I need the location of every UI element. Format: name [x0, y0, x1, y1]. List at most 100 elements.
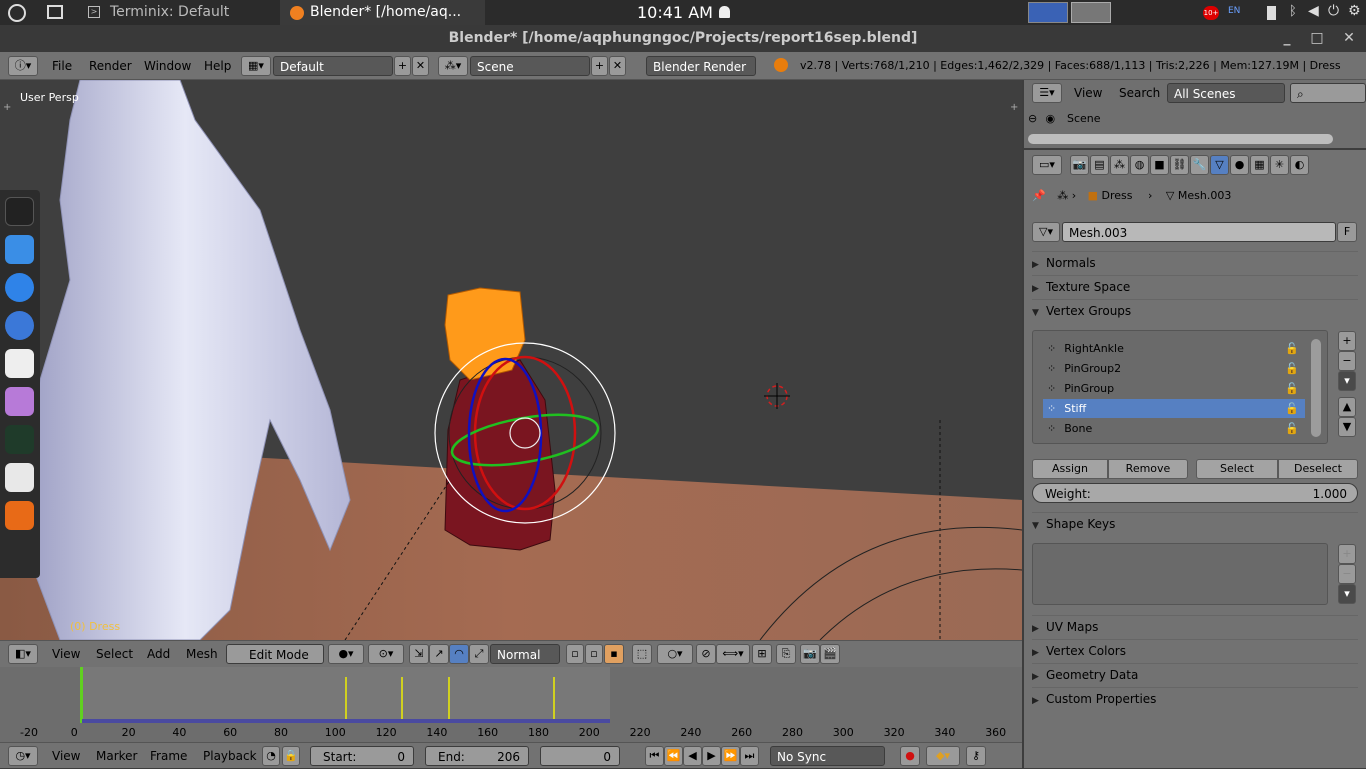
render-layers-tab-icon[interactable]: ▤: [1090, 155, 1109, 175]
outliner-scrollbar[interactable]: [1028, 134, 1333, 144]
activities-icon[interactable]: [8, 4, 26, 22]
clock[interactable]: 10:41 AM: [637, 0, 713, 25]
list-item-selected[interactable]: ⁘ Stiff 🔓: [1043, 399, 1305, 418]
lock-icon[interactable]: 🔓: [1285, 359, 1299, 378]
menu-file[interactable]: File: [52, 52, 72, 80]
add-vertex-group-button[interactable]: +: [1338, 331, 1356, 351]
lock-icon[interactable]: 🔓: [1285, 379, 1299, 398]
jump-start-icon[interactable]: ⏮: [645, 746, 664, 766]
panel-shape-keys[interactable]: ▼ Shape Keys: [1032, 512, 1358, 534]
menu-mesh[interactable]: Mesh: [186, 641, 218, 667]
render-image-icon[interactable]: 📷: [800, 644, 820, 664]
panel-uv-maps[interactable]: ▶ UV Maps: [1032, 615, 1358, 637]
limit-selection-icon[interactable]: ⬚: [632, 644, 652, 664]
notification-badge[interactable]: 10+: [1203, 6, 1219, 20]
scale-manipulator-icon[interactable]: ⤢: [469, 644, 489, 664]
scene-field[interactable]: Scene: [470, 56, 590, 76]
manipulator-toggle-icon[interactable]: ⇲: [409, 644, 429, 664]
current-frame-field[interactable]: 0: [540, 746, 620, 766]
menu-view[interactable]: View: [1074, 80, 1102, 106]
panel-normals[interactable]: ▶ Normals: [1032, 251, 1358, 273]
menu-view[interactable]: View: [52, 641, 80, 667]
deselect-button[interactable]: Deselect: [1278, 459, 1358, 479]
weight-slider[interactable]: Weight: 1.000: [1032, 483, 1358, 503]
power-icon[interactable]: ⏻: [1328, 3, 1339, 19]
mesh-browse-button[interactable]: ▽▾: [1032, 222, 1060, 242]
add-layout-button[interactable]: +: [394, 56, 411, 76]
menu-playback[interactable]: Playback: [203, 743, 257, 769]
world-tab-icon[interactable]: ◍: [1130, 155, 1149, 175]
add-shape-key-button[interactable]: +: [1338, 544, 1356, 564]
current-frame-line[interactable]: [80, 667, 83, 723]
settings-icon[interactable]: ⚙: [1348, 3, 1361, 19]
rotate-manipulator-icon[interactable]: ◠: [449, 644, 469, 664]
start-frame-field[interactable]: Start: 0: [310, 746, 414, 766]
face-select-icon[interactable]: ▪: [604, 644, 624, 664]
play-reverse-icon[interactable]: ◀: [683, 746, 702, 766]
jump-keyframe-back-icon[interactable]: ⏪: [664, 746, 683, 766]
snap-target-icon[interactable]: ⊞: [752, 644, 772, 664]
assign-button[interactable]: Assign: [1032, 459, 1108, 479]
fake-user-button[interactable]: F: [1337, 222, 1357, 242]
menu-search[interactable]: Search: [1119, 80, 1160, 106]
panel-vertex-groups[interactable]: ▼ Vertex Groups: [1032, 299, 1358, 321]
3d-viewport[interactable]: User Persp (0) Dress + +: [0, 80, 1022, 640]
vertex-groups-list[interactable]: ⁘ RightAnkle 🔓 ⁘ PinGroup2 🔓 ⁘ PinGroup 🔓 ⁘ Sti…: [1032, 330, 1328, 444]
render-engine-select[interactable]: Blender Render: [646, 56, 756, 76]
editor-type-outliner-button[interactable]: ☰▾: [1032, 83, 1062, 103]
menu-help[interactable]: Help: [204, 52, 231, 80]
chrome-icon[interactable]: [5, 273, 34, 302]
chrome-window-thumb[interactable]: [1028, 2, 1068, 23]
outliner-search-field[interactable]: ⌕: [1290, 83, 1366, 103]
menu-select[interactable]: Select: [96, 641, 133, 667]
viewport-shading-button[interactable]: ●▾: [328, 644, 364, 664]
remove-scene-button[interactable]: ✕: [609, 56, 626, 76]
add-scene-button[interactable]: +: [591, 56, 608, 76]
panel-vertex-colors[interactable]: ▶ Vertex Colors: [1032, 639, 1358, 661]
shape-keys-list[interactable]: [1032, 543, 1328, 605]
system-monitor-icon[interactable]: [5, 425, 34, 454]
maximize-button[interactable]: □: [1310, 25, 1324, 52]
menu-view[interactable]: View: [52, 743, 80, 769]
list-item[interactable]: ⁘ PinGroup 🔓: [1043, 379, 1305, 398]
battery-icon[interactable]: [1267, 6, 1276, 20]
mesh-datablock-field[interactable]: Mesh.003: [1062, 222, 1336, 242]
blender-window-thumb[interactable]: [1071, 2, 1111, 23]
lock-range-icon[interactable]: 🔒: [282, 746, 300, 766]
collapse-icon[interactable]: ⊖: [1028, 110, 1042, 128]
move-down-button[interactable]: ▼: [1338, 417, 1356, 437]
texture-tab-icon[interactable]: ▦: [1250, 155, 1269, 175]
proportional-edit-button[interactable]: ○▾: [657, 644, 693, 664]
window-icon[interactable]: [5, 463, 34, 492]
viewport-corner-plus[interactable]: +: [3, 102, 11, 113]
vertex-group-specials-button[interactable]: ▾: [1338, 371, 1356, 391]
constraints-tab-icon[interactable]: ⛓: [1170, 155, 1189, 175]
keyboard-language[interactable]: EN: [1228, 6, 1240, 16]
music-icon[interactable]: [5, 349, 34, 378]
lock-icon[interactable]: 🔓: [1285, 399, 1299, 418]
pivot-point-button[interactable]: ⊙▾: [368, 644, 404, 664]
list-item[interactable]: ⁘ PinGroup2 🔓: [1043, 359, 1305, 378]
snap-toggle-icon[interactable]: ⊘: [696, 644, 716, 664]
editor-type-info-button[interactable]: ⓘ▾: [8, 56, 38, 76]
record-icon[interactable]: ●: [900, 746, 920, 766]
material-tab-icon[interactable]: ●: [1230, 155, 1249, 175]
menu-marker[interactable]: Marker: [96, 743, 137, 769]
object-tab-icon[interactable]: ■: [1150, 155, 1169, 175]
keying-set-icon[interactable]: ◆▾: [926, 746, 960, 766]
keyframe-insert-icon[interactable]: ⚷: [966, 746, 986, 766]
window-overview-icon[interactable]: [47, 5, 63, 19]
menu-window[interactable]: Window: [144, 52, 191, 80]
remove-shape-key-button[interactable]: −: [1338, 564, 1356, 584]
timeline-editor[interactable]: -20 0 20 40 60 80 100 120 140 160 180 200 220 240 260 2…: [0, 667, 1022, 742]
mesh-data-tab-icon[interactable]: ▽: [1210, 155, 1229, 175]
particles-tab-icon[interactable]: ✳: [1270, 155, 1289, 175]
select-button[interactable]: Select: [1196, 459, 1278, 479]
move-up-button[interactable]: ▲: [1338, 397, 1356, 417]
remove-vertex-group-button[interactable]: −: [1338, 351, 1356, 371]
jump-end-icon[interactable]: ⏭: [740, 746, 759, 766]
outliner-filter-select[interactable]: All Scenes: [1167, 83, 1285, 103]
scene-tab-icon[interactable]: ⁂: [1110, 155, 1129, 175]
terminal-icon[interactable]: [5, 197, 34, 226]
preview-range-icon[interactable]: ◔: [262, 746, 280, 766]
